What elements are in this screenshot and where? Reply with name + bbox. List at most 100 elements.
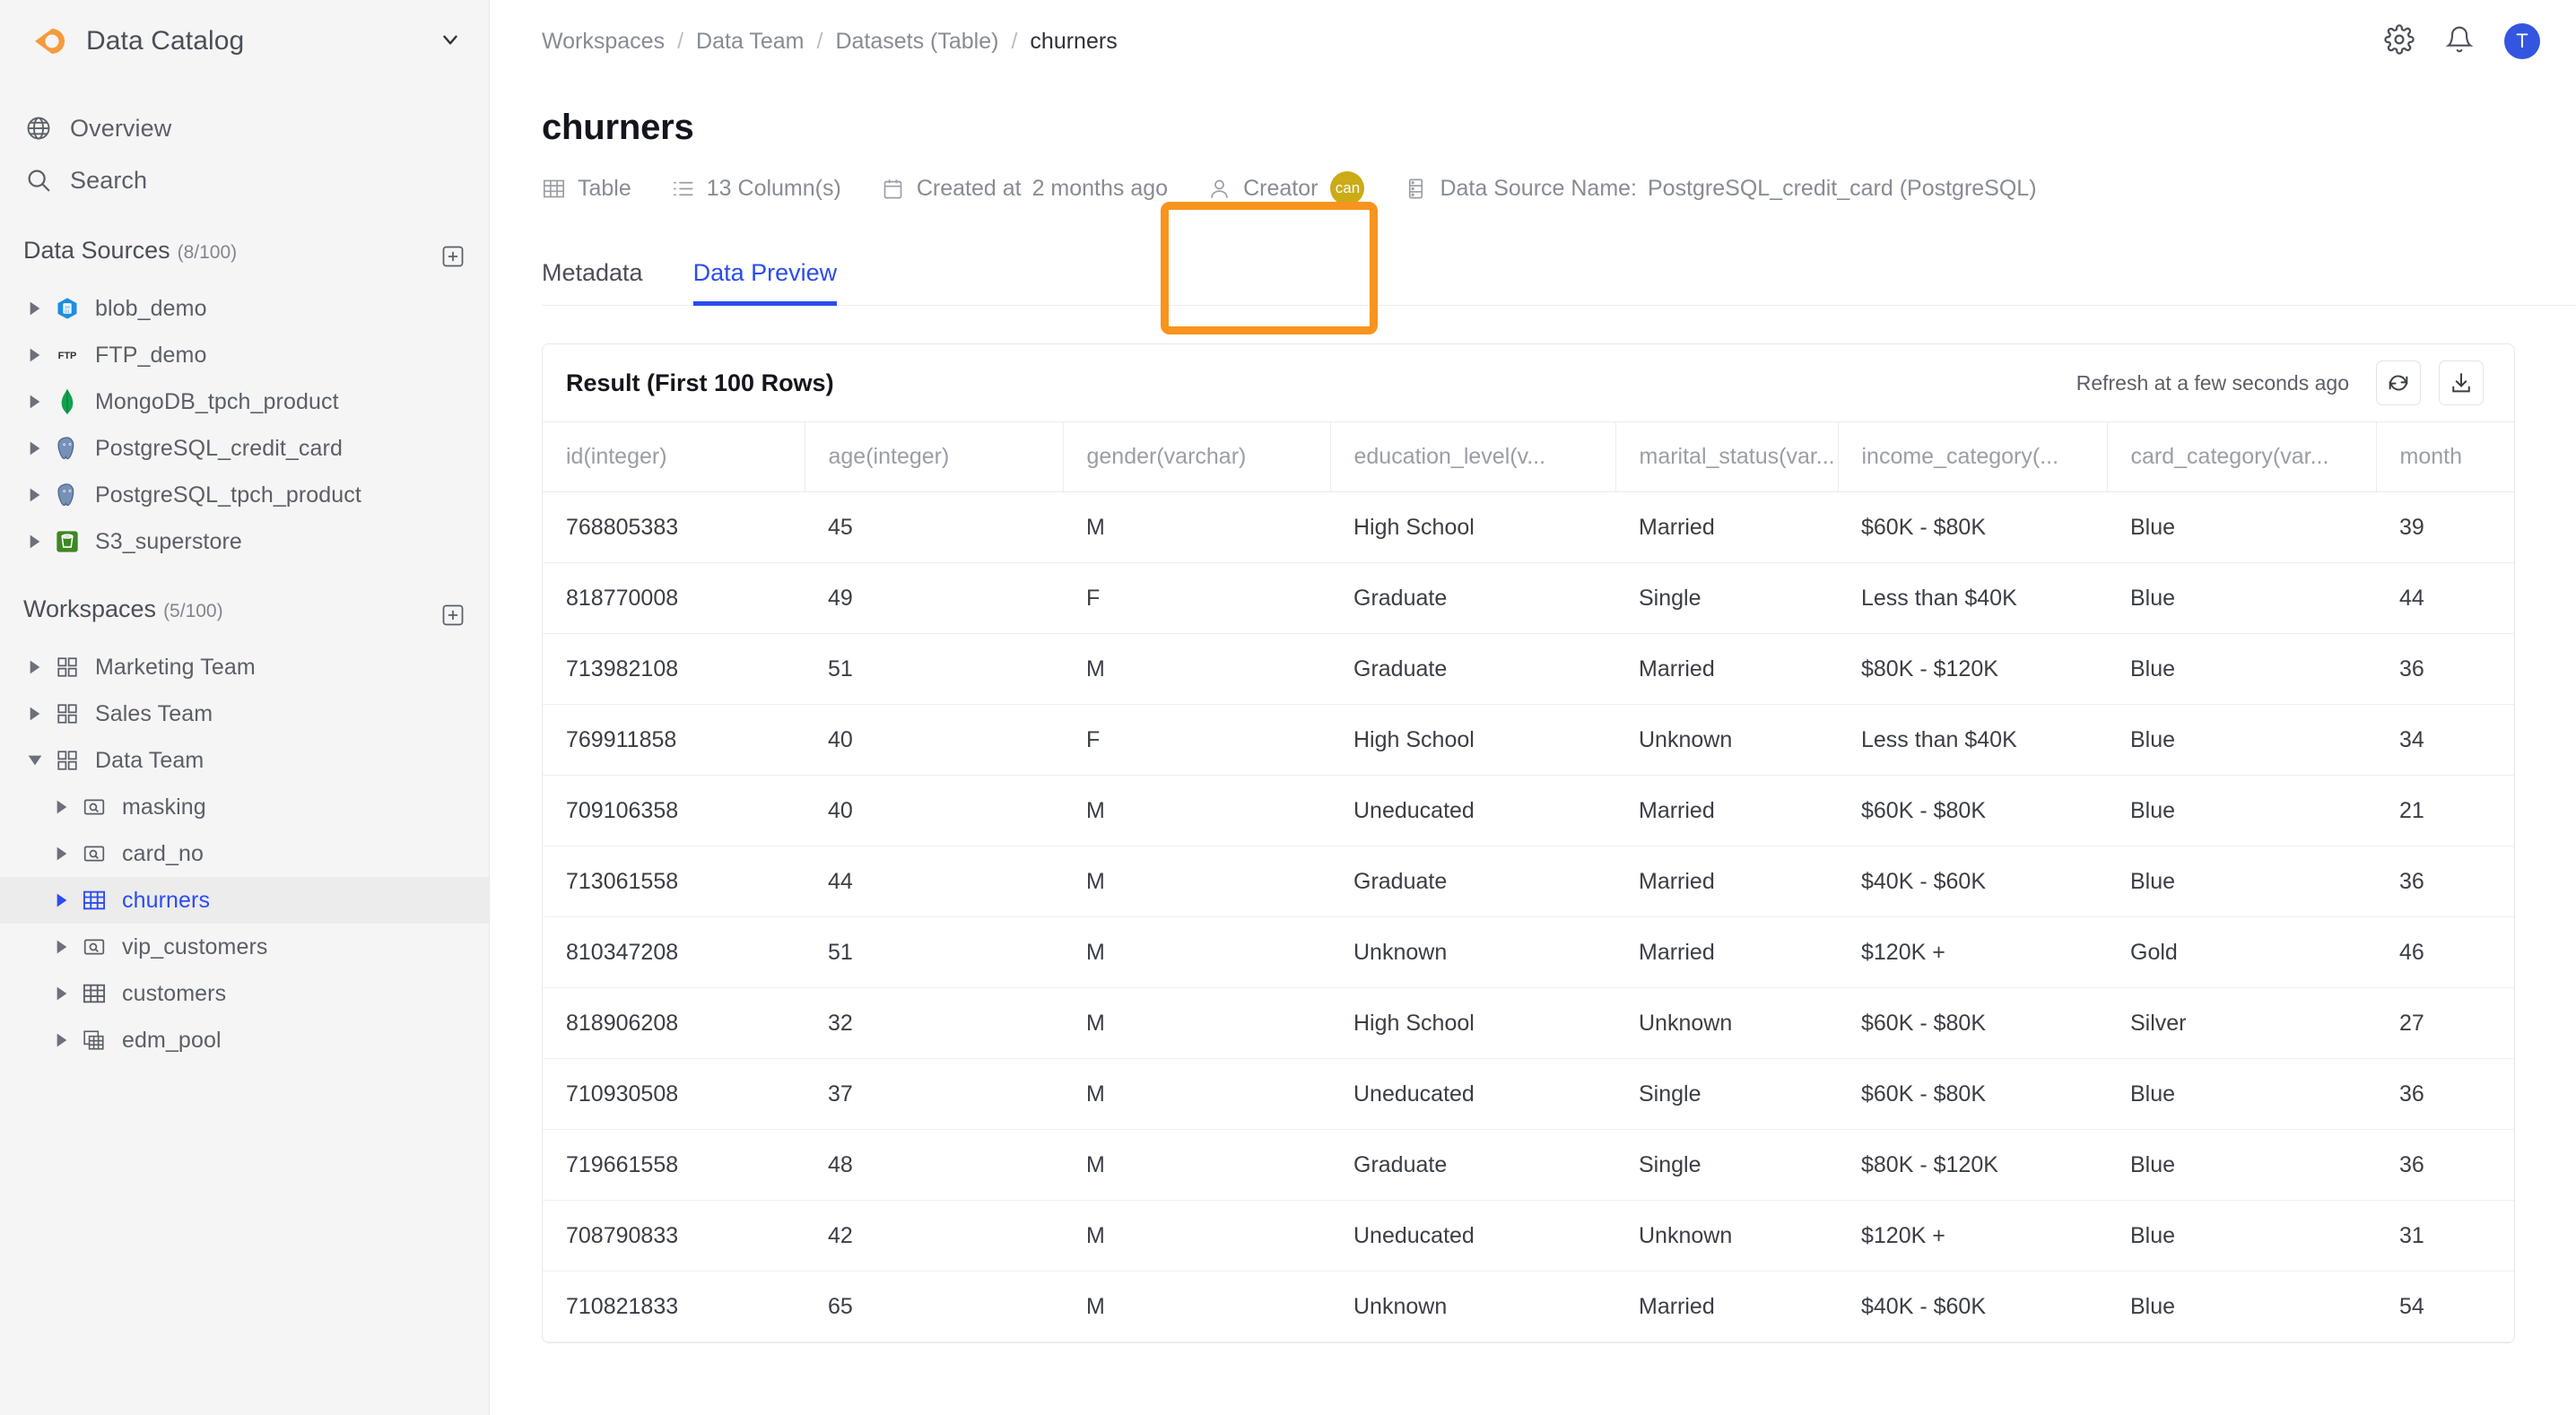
cell-income-category: $60K - $80K (1838, 987, 2107, 1059)
chevron-right-icon[interactable] (50, 893, 74, 907)
breadcrumb-item-datasets[interactable]: Datasets (Table) (835, 29, 998, 55)
workspace-marketing-team[interactable]: Marketing Team (0, 644, 489, 690)
tab-data-preview[interactable]: Data Preview (692, 259, 837, 306)
dataset-vip-customers[interactable]: vip_customers (0, 924, 489, 970)
result-card: Result (First 100 Rows) Refresh at a few… (542, 343, 2515, 1343)
column-header-income-category[interactable]: income_category(... (1838, 421, 2108, 492)
sidebar-item-search[interactable]: Search (0, 154, 489, 206)
breadcrumb-item-data-team[interactable]: Data Team (696, 29, 804, 55)
cell-gender: M (1063, 491, 1330, 563)
cell-id: 709106358 (543, 775, 805, 846)
person-icon (1207, 177, 1231, 201)
dataset-customers[interactable]: customers (0, 970, 489, 1017)
data-source-ftp-demo[interactable]: FTP FTP_demo (0, 332, 489, 378)
main-content: Workspaces / Data Team / Datasets (Table… (490, 0, 2576, 1415)
chevron-right-icon[interactable] (23, 395, 47, 409)
cell-income-category: $60K - $80K (1838, 491, 2107, 563)
workspace-grid-icon (52, 702, 83, 725)
column-header-education-level[interactable]: education_level(v... (1330, 421, 1616, 492)
add-workspace-button[interactable] (440, 603, 466, 632)
cell-month: 54 (2376, 1271, 2514, 1342)
table-row[interactable]: 768805383 45 M High School Married $60K - $80… (543, 491, 2514, 563)
dataset-churners[interactable]: churners (0, 877, 489, 924)
column-header-card-category[interactable]: card_category(var... (2107, 421, 2377, 492)
chevron-right-icon[interactable] (23, 348, 47, 362)
chevron-down-icon[interactable] (23, 753, 47, 768)
bell-icon[interactable] (2445, 25, 2474, 58)
cell-income-category: $120K + (1838, 1200, 2107, 1272)
meta-creator: Creator can (1207, 171, 1365, 205)
gear-icon[interactable] (2384, 23, 2415, 59)
creator-avatar[interactable]: can (1330, 171, 1365, 205)
chevron-right-icon[interactable] (23, 660, 47, 674)
chevron-down-icon[interactable] (439, 28, 462, 56)
column-header-marital-status[interactable]: marital_status(var... (1615, 421, 1839, 492)
data-source-mongodb-tpch-product[interactable]: MongoDB_tpch_product (0, 378, 489, 425)
chevron-right-icon[interactable] (23, 707, 47, 721)
table-row[interactable]: 810347208 51 M Unknown Married $120K + Gold 46 (543, 916, 2514, 988)
svg-text:FTP: FTP (58, 351, 77, 361)
column-header-gender[interactable]: gender(varchar) (1063, 421, 1331, 492)
data-source-postgresql-credit-card[interactable]: PostgreSQL_credit_card (0, 425, 489, 472)
cell-gender: M (1063, 916, 1330, 988)
column-header-age[interactable]: age(integer) (805, 421, 1064, 492)
breadcrumb-item-workspaces[interactable]: Workspaces (542, 29, 665, 55)
breadcrumb-item-churners[interactable]: churners (1030, 29, 1117, 55)
workspace-sales-team[interactable]: Sales Team (0, 690, 489, 737)
workspaces-section-header: Workspaces (5/100) (0, 595, 489, 638)
table-row[interactable]: 713982108 51 M Graduate Married $80K - $120K B… (543, 633, 2514, 705)
dataset-card-no[interactable]: card_no (0, 830, 489, 877)
table-row[interactable]: 713061558 44 M Graduate Married $40K - $60K Bl… (543, 846, 2514, 917)
table-row[interactable]: 818770008 49 F Graduate Single Less than $40K… (543, 562, 2514, 634)
tab-metadata[interactable]: Metadata (542, 259, 643, 305)
cell-card-category: Blue (2107, 562, 2376, 634)
add-data-source-button[interactable] (440, 244, 466, 273)
section-title: Workspaces (23, 595, 157, 622)
table-row[interactable]: 710821833 65 M Unknown Married $40K - $60K Blu… (543, 1271, 2514, 1342)
table-row[interactable]: 719661558 48 M Graduate Single $80K - $120K Bl… (543, 1129, 2514, 1201)
chevron-right-icon[interactable] (23, 488, 47, 502)
chevron-right-icon[interactable] (50, 846, 74, 861)
tabs-container: Metadata Data Preview (490, 202, 2576, 334)
column-header-id[interactable]: id(integer) (543, 421, 805, 492)
workspace-data-team[interactable]: Data Team (0, 737, 489, 784)
meta-created: Created at 2 months ago (881, 176, 1168, 202)
dataset-edm-pool[interactable]: edm_pool (0, 1017, 489, 1063)
query-icon (79, 935, 109, 959)
chevron-right-icon[interactable] (50, 1033, 74, 1047)
data-source-s3-superstore[interactable]: S3_superstore (0, 518, 489, 565)
download-button[interactable] (2439, 360, 2484, 405)
column-header-month[interactable]: month (2376, 421, 2514, 492)
table-row[interactable]: 708790833 42 M Uneducated Unknown $120K + Blue… (543, 1200, 2514, 1272)
cell-education-level: Graduate (1330, 846, 1615, 917)
table-row[interactable]: 769911858 40 F High School Unknown Less than … (543, 704, 2514, 776)
cell-gender: M (1063, 1058, 1330, 1130)
cell-gender: M (1063, 1271, 1330, 1342)
brand-header[interactable]: Data Catalog (0, 0, 489, 82)
data-source-blob-demo[interactable]: 10 01 blob_demo (0, 285, 489, 332)
cell-month: 44 (2376, 562, 2514, 634)
cell-gender: M (1063, 775, 1330, 846)
avatar[interactable]: T (2504, 23, 2540, 59)
postgresql-icon (52, 435, 83, 462)
refresh-button[interactable] (2376, 360, 2421, 405)
chevron-right-icon[interactable] (50, 986, 74, 1001)
dataset-masking[interactable]: masking (0, 784, 489, 830)
table-row[interactable]: 709106358 40 M Uneducated Married $60K - $80K… (543, 775, 2514, 846)
meta-datasource-value: PostgreSQL_credit_card (PostgreSQL) (1648, 175, 2037, 201)
result-actions: Refresh at a few seconds ago (2076, 360, 2484, 405)
dataset-meta-row: Table 13 Column(s) Created at 2 months a… (490, 171, 2576, 205)
tabs: Metadata Data Preview (542, 241, 2576, 306)
breadcrumb-separator: / (1011, 28, 1018, 54)
table-row[interactable]: 818906208 32 M High School Unknown $60K - $80… (543, 987, 2514, 1059)
top-bar: Workspaces / Data Team / Datasets (Table… (490, 0, 2576, 82)
chevron-right-icon[interactable] (23, 441, 47, 456)
sidebar-item-overview[interactable]: Overview (0, 102, 489, 154)
chevron-right-icon[interactable] (23, 534, 47, 549)
chevron-right-icon[interactable] (23, 301, 47, 316)
chevron-right-icon[interactable] (50, 940, 74, 954)
chevron-right-icon[interactable] (50, 800, 74, 814)
cell-month: 34 (2376, 704, 2514, 776)
table-row[interactable]: 710930508 37 M Uneducated Single $60K - $80K B… (543, 1058, 2514, 1130)
data-source-postgresql-tpch-product[interactable]: PostgreSQL_tpch_product (0, 472, 489, 518)
